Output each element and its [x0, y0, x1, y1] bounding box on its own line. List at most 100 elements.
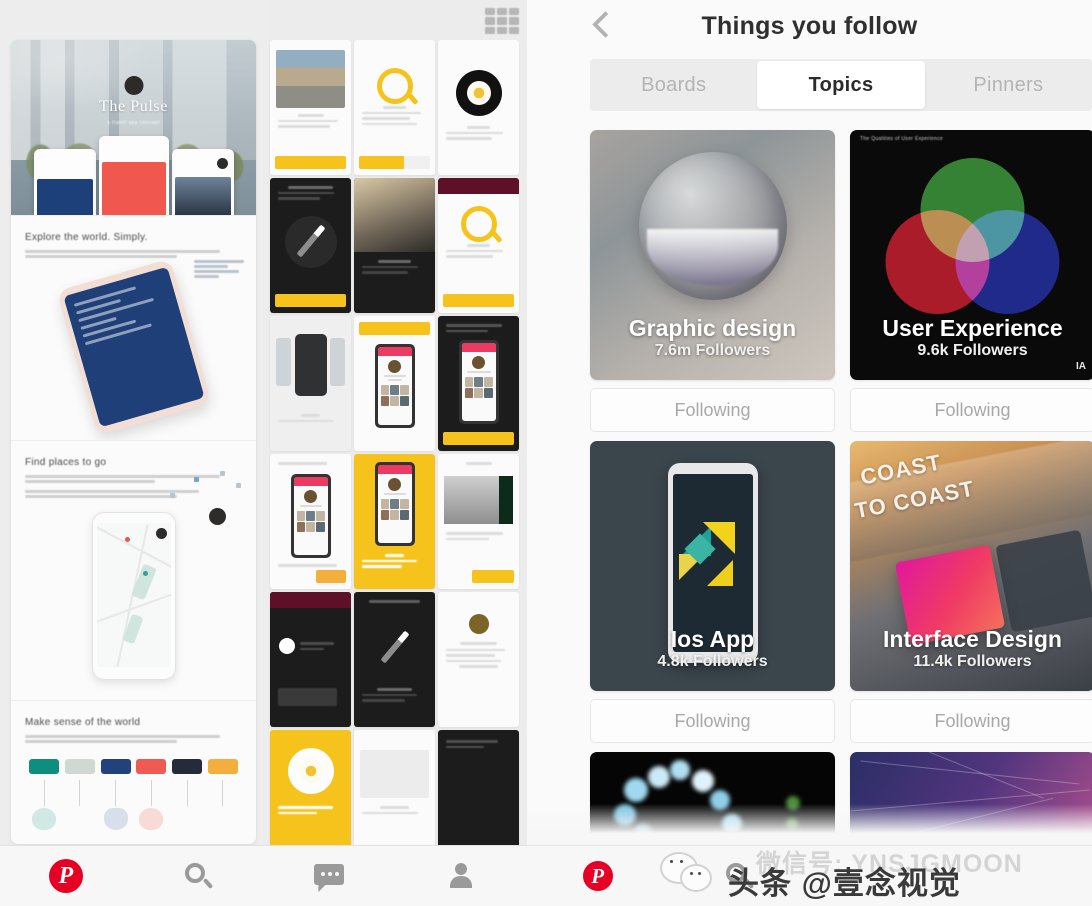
- following-button[interactable]: Following: [590, 699, 835, 743]
- hero-phone-mockups: [33, 136, 234, 215]
- topic-card[interactable]: Graphic design 7.6m Followers Following: [590, 130, 835, 432]
- section-heading: Make sense of the world: [25, 717, 141, 728]
- screen-text: [446, 740, 511, 751]
- category-icon-row: [25, 755, 242, 830]
- following-button[interactable]: Following: [850, 388, 1092, 432]
- grid-cell[interactable]: [354, 40, 435, 175]
- grid-cell[interactable]: [270, 316, 351, 451]
- grid-cell[interactable]: [354, 454, 435, 589]
- avatar: [279, 638, 295, 654]
- screen-cta-button: [275, 294, 346, 307]
- grid-cell[interactable]: [438, 730, 519, 846]
- screen-cta-button: [316, 570, 346, 583]
- topic-card[interactable]: Ios App 4.8k Followers Following: [590, 441, 835, 743]
- content-tiles: [378, 383, 412, 408]
- sidebar-item-messages[interactable]: [264, 864, 396, 892]
- tab-topics[interactable]: Topics: [757, 61, 925, 109]
- search-icon: [725, 863, 755, 889]
- content-tiles: [462, 375, 496, 400]
- map-phone-mockup: [91, 512, 176, 680]
- category-item: [172, 759, 203, 830]
- tab-boards[interactable]: Boards: [590, 59, 757, 111]
- sidebar-item-home[interactable]: P: [0, 859, 132, 893]
- body-text-line: [25, 255, 177, 258]
- sidebar-item-search[interactable]: [132, 863, 264, 889]
- chevron-left-icon: [592, 11, 619, 38]
- phone-notch: [171, 149, 234, 157]
- android-screen: [377, 347, 412, 425]
- right-phone-things-you-follow: Things you follow Boards Topics Pinners …: [527, 0, 1092, 906]
- screen-text: [362, 554, 427, 571]
- tab-bar: Boards Topics Pinners: [590, 59, 1092, 111]
- topic-image[interactable]: The Qualities of User Experience IA User…: [850, 130, 1092, 380]
- avatar: [388, 360, 401, 373]
- screen-header-bar: [438, 178, 519, 194]
- grid-cell[interactable]: [438, 592, 519, 727]
- screen-secondary-button: [404, 156, 430, 169]
- map-action-icon: [155, 528, 167, 539]
- map-node-diagram: [164, 467, 242, 525]
- sphere-graphic: [638, 152, 787, 300]
- grid-cell[interactable]: [438, 40, 519, 175]
- category-item: [29, 759, 59, 830]
- screen-text: [278, 114, 343, 131]
- android-mockup: [374, 462, 415, 546]
- section-heading: Explore the world. Simply.: [25, 232, 148, 243]
- grid-cell[interactable]: [270, 40, 351, 175]
- screen-photo-accent: [499, 476, 513, 524]
- topics-grid: Graphic design 7.6m Followers Following …: [590, 130, 1092, 906]
- left-bottom-navigation: P: [0, 845, 527, 906]
- grid-cell[interactable]: [438, 178, 519, 313]
- android-screen: [461, 343, 496, 421]
- topic-title: Interface Design: [883, 625, 1062, 652]
- content-tiles: [294, 509, 328, 534]
- topic-image[interactable]: COAST TO COAST Interface Design 11.4k Fo…: [850, 441, 1092, 691]
- topic-image[interactable]: Graphic design 7.6m Followers: [590, 130, 835, 380]
- topic-title: User Experience: [882, 314, 1063, 341]
- android-mockup: [290, 474, 331, 558]
- screen-text: [278, 462, 343, 468]
- topic-followers: 7.6m Followers: [654, 342, 771, 359]
- pin-image-column[interactable]: The Pulse a travel app concept Explore t…: [11, 40, 256, 844]
- topic-title: Ios App: [670, 625, 755, 652]
- pinterest-logo-icon: P: [48, 859, 83, 893]
- grid-cell[interactable]: [354, 316, 435, 451]
- body-text-line: [25, 735, 221, 738]
- topic-caption: User Experience 9.6k Followers: [850, 316, 1092, 360]
- grid-cell[interactable]: [438, 316, 519, 451]
- left-phone-pin-detail: The Pulse a travel app concept Explore t…: [0, 0, 527, 906]
- grid-cell[interactable]: [270, 178, 351, 313]
- screen-text: [446, 324, 511, 335]
- hero-phone-left: [33, 149, 96, 215]
- screen-cta-button: [275, 156, 346, 169]
- topic-image[interactable]: Ios App 4.8k Followers: [590, 441, 835, 691]
- sidebar-item-search[interactable]: [668, 863, 809, 889]
- following-button[interactable]: Following: [590, 388, 835, 432]
- grid-cell[interactable]: [270, 454, 351, 589]
- screen-text: [446, 126, 511, 143]
- screen-text: [300, 642, 343, 653]
- map-center-pin-icon: [209, 508, 226, 525]
- scroll-fade: [527, 804, 1092, 846]
- sidebar-item-home[interactable]: P: [527, 861, 668, 891]
- grid-cell[interactable]: [354, 592, 435, 727]
- screen-text: [278, 688, 343, 709]
- topic-card[interactable]: The Qualities of User Experience IA User…: [850, 130, 1092, 432]
- android-screen: [377, 465, 412, 543]
- sidebar-item-profile[interactable]: [395, 863, 527, 889]
- following-button[interactable]: Following: [850, 699, 1092, 743]
- pin-detail-scroll[interactable]: The Pulse a travel app concept Explore t…: [0, 0, 527, 846]
- grid-cell[interactable]: [270, 592, 351, 727]
- grid-pin-column[interactable]: [268, 0, 527, 846]
- grid-cell[interactable]: [438, 454, 519, 589]
- grid-cell[interactable]: [270, 730, 351, 846]
- grid-cell[interactable]: [354, 730, 435, 846]
- tab-pinners[interactable]: Pinners: [925, 59, 1092, 111]
- topic-card[interactable]: COAST TO COAST Interface Design 11.4k Fo…: [850, 441, 1092, 743]
- pinterest-logo-icon: P: [582, 861, 613, 891]
- phone-screen-night: [174, 177, 231, 215]
- phone-notch: [98, 136, 169, 144]
- back-button[interactable]: [588, 8, 628, 50]
- phone-screen-lines: [63, 267, 186, 362]
- grid-cell[interactable]: [354, 178, 435, 313]
